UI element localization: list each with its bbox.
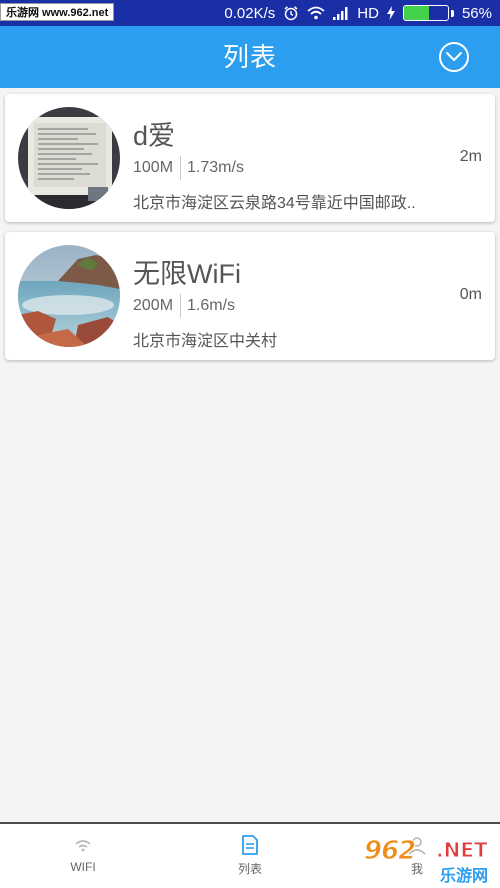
network-address: 北京市海淀区云泉路34号靠近中国邮政.. (133, 195, 416, 212)
watermark-net: .NET (436, 838, 489, 863)
network-name: 无限WiFi (133, 259, 241, 289)
wifi-signal-icon (307, 6, 325, 20)
app-header: 列表 (0, 26, 500, 88)
hd-indicator: HD (357, 4, 379, 22)
status-icons: 0.02K/s HD 56% (224, 0, 492, 26)
network-card[interactable]: d爱 100M 1.73m/s 北京市海淀区云泉路34号靠近中国邮政.. 2m (5, 94, 495, 222)
nav-tab-list[interactable]: 列表 (167, 824, 333, 888)
network-card[interactable]: 无限WiFi 200M 1.6m/s 北京市海淀区中关村 0m (5, 232, 495, 360)
meta-divider (180, 156, 182, 180)
speed-value: 1.6m/s (187, 297, 236, 314)
chevron-down-circle-icon[interactable] (439, 42, 469, 72)
network-meta: 200M 1.6m/s (133, 294, 235, 318)
watermark-site: 乐游网 (440, 868, 489, 885)
battery-percent: 56% (461, 4, 492, 22)
bandwidth-value: 100M (133, 159, 174, 176)
wifi-icon (75, 840, 91, 852)
cell-signal-icon (333, 6, 349, 20)
nav-label-wifi: WIFI (70, 860, 96, 874)
battery-text (404, 6, 448, 20)
battery-tip (450, 9, 454, 17)
speed-value: 1.73m/s (187, 159, 244, 176)
alarm-icon (283, 5, 299, 21)
network-name: d爱 (133, 121, 176, 151)
network-address: 北京市海淀区中关村 (133, 333, 278, 350)
network-distance: 2m (459, 148, 482, 165)
watermark-label: 乐游网 www.962.net (0, 3, 115, 21)
meta-divider (180, 294, 182, 318)
status-bar: 乐游网 www.962.net 0.02K/s HD 56% (0, 0, 500, 26)
nav-tab-wifi[interactable]: WIFI (0, 824, 166, 888)
network-photo (18, 245, 120, 347)
watermark-number: 962 (363, 836, 416, 867)
network-distance: 0m (459, 286, 482, 303)
site-watermark: 962 .NET 乐游网 (363, 828, 496, 886)
document-list-icon (242, 835, 258, 855)
network-meta: 100M 1.73m/s (133, 156, 244, 180)
network-speed: 0.02K/s (224, 4, 276, 22)
battery-icon (402, 5, 449, 21)
bandwidth-value: 200M (133, 297, 174, 314)
charging-icon (386, 6, 395, 20)
network-photo (18, 107, 120, 209)
nav-label-list: 列表 (237, 862, 262, 876)
page-title: 列表 (222, 42, 277, 72)
